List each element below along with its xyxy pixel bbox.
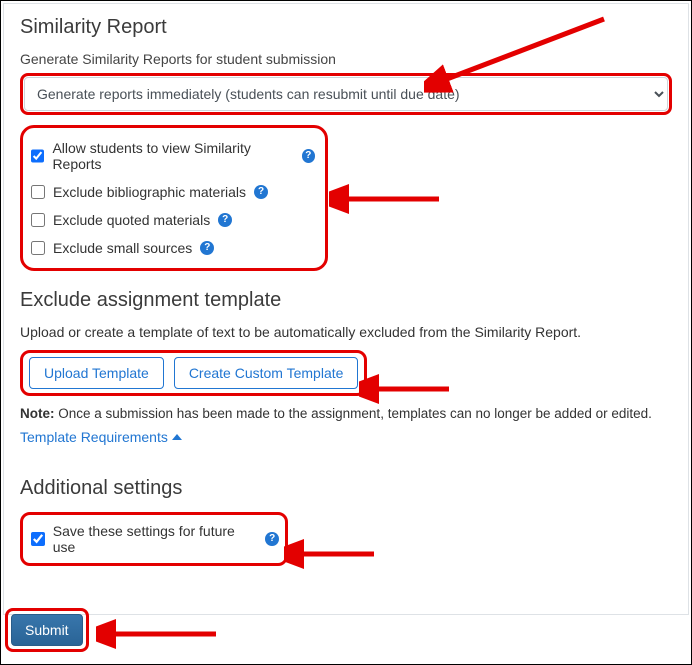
template-buttons-highlight: Upload Template Create Custom Template	[20, 350, 367, 396]
template-note: Note: Once a submission has been made to…	[20, 406, 672, 421]
save-settings-checkbox[interactable]	[31, 532, 45, 546]
exclude-biblio-checkbox[interactable]	[31, 185, 45, 199]
submit-highlight: Submit	[5, 608, 89, 652]
report-select-highlight: Generate reports immediately (students c…	[20, 73, 672, 115]
exclude-quoted-label: Exclude quoted materials	[53, 212, 210, 228]
exclude-small-label: Exclude small sources	[53, 240, 192, 256]
chevron-up-icon	[172, 434, 182, 440]
report-generation-select[interactable]: Generate reports immediately (students c…	[24, 77, 668, 111]
upload-template-button[interactable]: Upload Template	[29, 357, 164, 389]
exclude-quoted-checkbox[interactable]	[31, 213, 45, 227]
template-requirements-link[interactable]: Template Requirements	[20, 429, 182, 445]
save-settings-highlight: Save these settings for future use ?	[20, 512, 288, 566]
generate-label: Generate Similarity Reports for student …	[20, 51, 672, 67]
exclude-biblio-label: Exclude bibliographic materials	[53, 184, 246, 200]
allow-view-label: Allow students to view Similarity Report…	[52, 140, 293, 172]
exclude-template-title: Exclude assignment template	[20, 289, 672, 312]
annotation-arrow	[284, 539, 384, 569]
annotation-arrow	[96, 619, 226, 649]
similarity-options-highlight: Allow students to view Similarity Report…	[20, 125, 328, 271]
template-desc: Upload or create a template of text to b…	[20, 324, 672, 340]
allow-view-checkbox[interactable]	[31, 149, 44, 163]
help-icon[interactable]: ?	[265, 532, 279, 546]
help-icon[interactable]: ?	[200, 241, 214, 255]
additional-settings-title: Additional settings	[20, 477, 672, 500]
annotation-arrow	[329, 184, 449, 214]
submit-button[interactable]: Submit	[11, 614, 83, 646]
exclude-small-checkbox[interactable]	[31, 241, 45, 255]
help-icon[interactable]: ?	[254, 185, 268, 199]
annotation-arrow	[359, 374, 459, 404]
save-settings-label: Save these settings for future use	[53, 523, 258, 555]
help-icon[interactable]: ?	[218, 213, 232, 227]
similarity-report-title: Similarity Report	[20, 16, 672, 39]
create-template-button[interactable]: Create Custom Template	[174, 357, 359, 389]
help-icon[interactable]: ?	[302, 149, 315, 163]
